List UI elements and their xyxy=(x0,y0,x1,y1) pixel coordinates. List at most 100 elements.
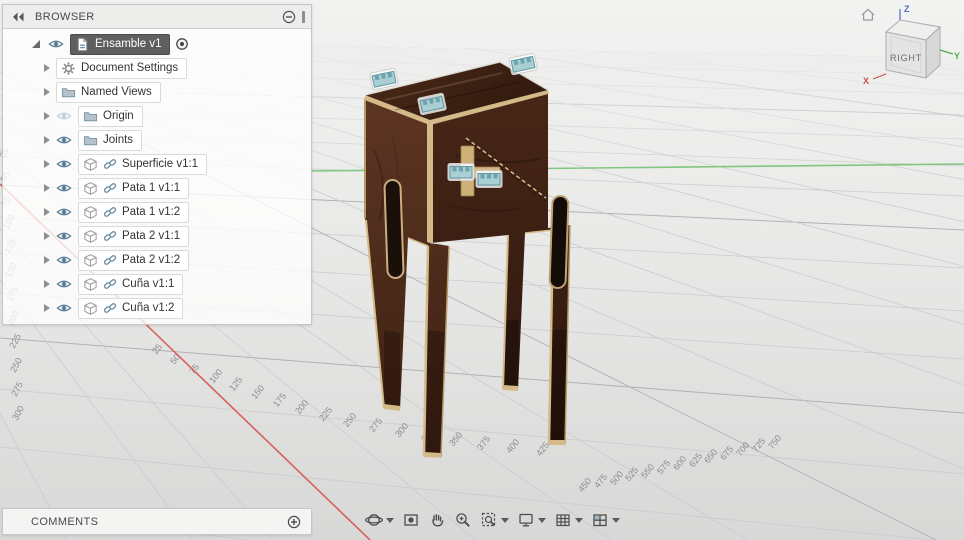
browser-item-component[interactable]: Pata 1 v1:2 xyxy=(3,200,311,224)
expand-arrow-icon[interactable] xyxy=(44,232,50,240)
browser-panel-header[interactable]: BROWSER xyxy=(3,5,311,29)
add-comment-icon[interactable] xyxy=(285,513,303,531)
browser-item-component[interactable]: Pata 1 v1:1 xyxy=(3,176,311,200)
link-icon xyxy=(103,182,117,194)
home-icon[interactable] xyxy=(861,8,875,21)
pan-hand-icon xyxy=(432,514,444,527)
visibility-eye-icon[interactable] xyxy=(56,228,73,245)
expand-arrow-icon[interactable] xyxy=(44,88,50,96)
fit-button[interactable] xyxy=(477,509,512,531)
browser-item-component[interactable]: Pata 2 v1:1 xyxy=(3,224,311,248)
browser-panel: BROWSER Ensamble v1 Document Settings Na… xyxy=(2,4,312,325)
dropdown-caret-icon[interactable] xyxy=(575,517,583,523)
expand-arrow-icon[interactable] xyxy=(44,136,50,144)
front-corner-edge xyxy=(427,122,433,244)
folder-icon xyxy=(83,111,98,121)
browser-item-origin[interactable]: Origin xyxy=(3,104,311,128)
look-at-icon xyxy=(404,514,418,526)
pan-button[interactable] xyxy=(425,509,449,531)
link-icon xyxy=(103,254,117,266)
link-icon xyxy=(103,158,117,170)
component-cube-icon xyxy=(84,181,97,195)
grid-snaps-button[interactable] xyxy=(551,509,586,531)
zoom-magnifier-icon xyxy=(456,513,470,527)
browser-item-named-views[interactable]: Named Views xyxy=(3,80,311,104)
joint-tab-icon[interactable] xyxy=(475,170,503,188)
dropdown-caret-icon[interactable] xyxy=(612,517,620,523)
visibility-eye-icon[interactable] xyxy=(56,180,73,197)
comments-panel-title: COMMENTS xyxy=(31,515,99,528)
z-axis-label: Z xyxy=(904,4,910,14)
expand-arrow-icon[interactable] xyxy=(44,112,50,120)
orbit-icon xyxy=(365,514,383,526)
x-axis-label: X xyxy=(863,76,869,86)
component-cube-icon xyxy=(84,157,97,171)
root-item-label: Ensamble v1 xyxy=(95,38,162,50)
folder-icon xyxy=(61,87,76,97)
left-slot-cutout[interactable] xyxy=(383,179,405,279)
dropdown-caret-icon[interactable] xyxy=(501,517,509,523)
navigation-toolbar xyxy=(362,509,623,531)
minimize-panel-icon[interactable] xyxy=(280,8,298,26)
visibility-eye-icon[interactable] xyxy=(56,252,73,269)
dropdown-caret-icon[interactable] xyxy=(538,517,546,523)
viewports-button[interactable] xyxy=(588,509,623,531)
view-cube[interactable]: RIGHT Z Y X xyxy=(858,2,962,98)
component-cube-icon xyxy=(84,253,97,267)
visibility-eye-icon[interactable] xyxy=(56,300,73,317)
root-item-pill[interactable]: Ensamble v1 xyxy=(70,33,171,55)
expand-arrow-icon[interactable] xyxy=(44,280,50,288)
browser-item-component[interactable]: Cuña v1:2 xyxy=(3,296,311,320)
right-slot-cutout[interactable] xyxy=(548,195,570,289)
browser-item-component[interactable]: Cuña v1:1 xyxy=(3,272,311,296)
browser-item-document-settings[interactable]: Document Settings xyxy=(3,56,311,80)
browser-tree: Ensamble v1 Document Settings Named View… xyxy=(3,29,311,324)
look-at-button[interactable] xyxy=(399,509,423,531)
fit-zoom-window-icon xyxy=(481,512,496,527)
component-cube-icon xyxy=(84,205,97,219)
stool-model[interactable] xyxy=(363,52,571,458)
panel-drag-grip[interactable] xyxy=(302,10,305,23)
display-monitor-icon xyxy=(519,513,533,527)
component-cube-icon xyxy=(84,229,97,243)
joint-tab-icon[interactable] xyxy=(508,52,538,76)
expand-arrow-icon[interactable] xyxy=(44,184,50,192)
gear-icon xyxy=(61,60,76,76)
visibility-eye-icon[interactable] xyxy=(48,36,65,53)
viewports-icon xyxy=(593,514,607,527)
browser-item-component[interactable]: Superficie v1:1 xyxy=(3,152,311,176)
expand-arrow-icon[interactable] xyxy=(30,38,42,50)
visibility-eye-icon[interactable] xyxy=(56,156,73,173)
expand-arrow-icon[interactable] xyxy=(44,208,50,216)
orbit-button[interactable] xyxy=(362,509,397,531)
link-icon xyxy=(103,278,117,290)
joint-tab-icon[interactable] xyxy=(369,67,399,91)
expand-arrow-icon[interactable] xyxy=(44,256,50,264)
dropdown-caret-icon[interactable] xyxy=(386,517,394,523)
zoom-button[interactable] xyxy=(451,509,475,531)
browser-item-component[interactable]: Pata 2 v1:2 xyxy=(3,248,311,272)
link-icon xyxy=(103,302,117,314)
visibility-eye-icon[interactable] xyxy=(56,204,73,221)
visibility-eye-off-icon[interactable] xyxy=(56,108,73,125)
fusion-canvas[interactable]: 2550751001251501752002252502753003253503… xyxy=(0,0,964,540)
link-icon xyxy=(103,230,117,242)
folder-icon xyxy=(83,135,98,145)
component-cube-icon xyxy=(84,277,97,291)
browser-item-joints[interactable]: Joints xyxy=(3,128,311,152)
expand-arrow-icon[interactable] xyxy=(44,64,50,72)
visibility-eye-icon[interactable] xyxy=(56,132,73,149)
joint-tab-icon[interactable] xyxy=(447,163,475,181)
browser-item-root[interactable]: Ensamble v1 xyxy=(3,32,311,56)
collapse-panel-icon[interactable] xyxy=(9,8,27,26)
display-settings-button[interactable] xyxy=(514,509,549,531)
expand-arrow-icon[interactable] xyxy=(44,160,50,168)
view-cube-face-label[interactable]: RIGHT xyxy=(890,53,922,63)
component-cube-icon xyxy=(84,301,97,315)
comments-panel[interactable]: COMMENTS xyxy=(2,508,312,535)
visibility-eye-icon[interactable] xyxy=(56,276,73,293)
activate-component-radio[interactable] xyxy=(175,37,189,51)
expand-arrow-icon[interactable] xyxy=(44,304,50,312)
browser-panel-title: BROWSER xyxy=(35,10,95,23)
assembly-document-icon xyxy=(77,37,88,51)
